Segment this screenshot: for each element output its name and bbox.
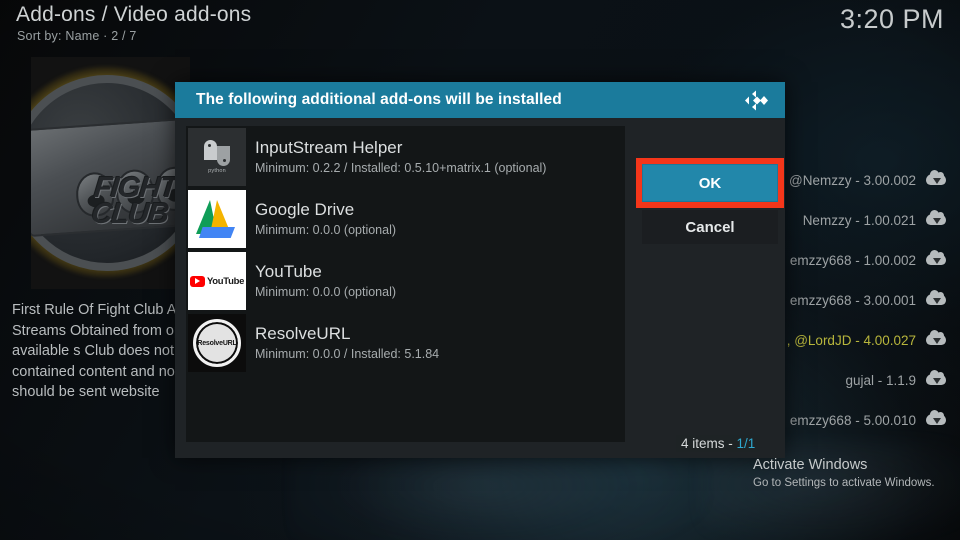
youtube-play-icon xyxy=(189,275,205,287)
resolveurl-icon-label: ResolveURL xyxy=(197,339,237,347)
python-logo-icon: python xyxy=(188,128,246,186)
app-header: Add-ons / Video add-ons Sort by: Name · … xyxy=(0,0,960,52)
python-icon-label: python xyxy=(208,168,226,174)
addon-version-info: Minimum: 0.0.0 / Installed: 5.1.84 xyxy=(255,347,440,361)
dialog-body: python InputStream Helper Minimum: 0.2.2… xyxy=(175,118,785,458)
list-item-label: , @LordJD - 4.00.027 xyxy=(786,332,916,348)
addon-poster: FIGHT CLUB xyxy=(31,57,190,289)
addon-name: YouTube xyxy=(255,262,322,281)
cancel-button[interactable]: Cancel xyxy=(642,210,778,244)
cloud-download-icon xyxy=(926,250,946,268)
windows-activation-watermark: Activate Windows Go to Settings to activ… xyxy=(753,456,953,491)
list-item-label: @Nemzzy - 3.00.002 xyxy=(788,172,916,188)
addon-version-info: Minimum: 0.0.0 (optional) xyxy=(255,285,397,299)
items-count-page: 1/1 xyxy=(736,436,756,451)
list-item-label: emzzy668 - 1.00.002 xyxy=(789,252,916,268)
sort-info: Sort by: Name · 2 / 7 xyxy=(17,29,137,43)
addon-version-info: Minimum: 0.0.0 (optional) xyxy=(255,223,397,237)
list-item[interactable]: YouTube YouTube Minimum: 0.0.0 (optional… xyxy=(186,250,625,312)
list-item-label: emzzy668 - 5.00.010 xyxy=(789,412,916,428)
ok-button-label: OK xyxy=(698,174,722,192)
list-item-label: emzzy668 - 3.00.001 xyxy=(789,292,916,308)
list-item[interactable]: ResolveURL ResolveURL Minimum: 0.0.0 / I… xyxy=(186,312,625,374)
cloud-download-icon xyxy=(926,410,946,428)
resolveurl-logo-icon: ResolveURL xyxy=(188,314,246,372)
youtube-logo-icon: YouTube xyxy=(188,252,246,310)
watermark-title: Activate Windows xyxy=(753,457,868,473)
cloud-download-icon xyxy=(926,210,946,228)
clock: 3:20 PM xyxy=(839,4,944,34)
cancel-button-label: Cancel xyxy=(685,218,735,236)
ok-button-highlight: OK xyxy=(636,158,784,208)
youtube-icon-label: YouTube xyxy=(206,275,245,287)
install-confirmation-dialog: The following additional add-ons will be… xyxy=(175,82,785,458)
cloud-download-icon xyxy=(926,370,946,388)
addon-name: InputStream Helper xyxy=(255,138,403,157)
breadcrumb: Add-ons / Video add-ons xyxy=(16,3,252,26)
ok-button[interactable]: OK xyxy=(642,164,778,202)
google-drive-logo-icon xyxy=(188,190,246,248)
list-item-label: gujal - 1.1.9 xyxy=(845,372,916,388)
list-item[interactable]: Google Drive Minimum: 0.0.0 (optional) xyxy=(186,188,625,250)
cloud-download-icon xyxy=(926,330,946,348)
cloud-download-icon xyxy=(926,170,946,188)
list-item[interactable]: python InputStream Helper Minimum: 0.2.2… xyxy=(186,126,625,188)
addon-name: ResolveURL xyxy=(255,324,351,343)
cloud-download-icon xyxy=(926,290,946,308)
kodi-logo-icon xyxy=(745,90,768,111)
addon-install-list[interactable]: python InputStream Helper Minimum: 0.2.2… xyxy=(186,126,625,442)
list-item-label: Nemzzy - 1.00.021 xyxy=(802,212,916,228)
addon-name: Google Drive xyxy=(255,200,355,219)
dialog-title: The following additional add-ons will be… xyxy=(196,91,562,108)
watermark-subtitle: Go to Settings to activate Windows. xyxy=(753,477,935,489)
dialog-titlebar: The following additional add-ons will be… xyxy=(175,82,785,118)
addon-version-info: Minimum: 0.2.2 / Installed: 0.5.10+matri… xyxy=(255,161,547,175)
items-count-prefix: 4 items - xyxy=(681,436,737,451)
items-count: 4 items - 1/1 xyxy=(676,435,761,452)
